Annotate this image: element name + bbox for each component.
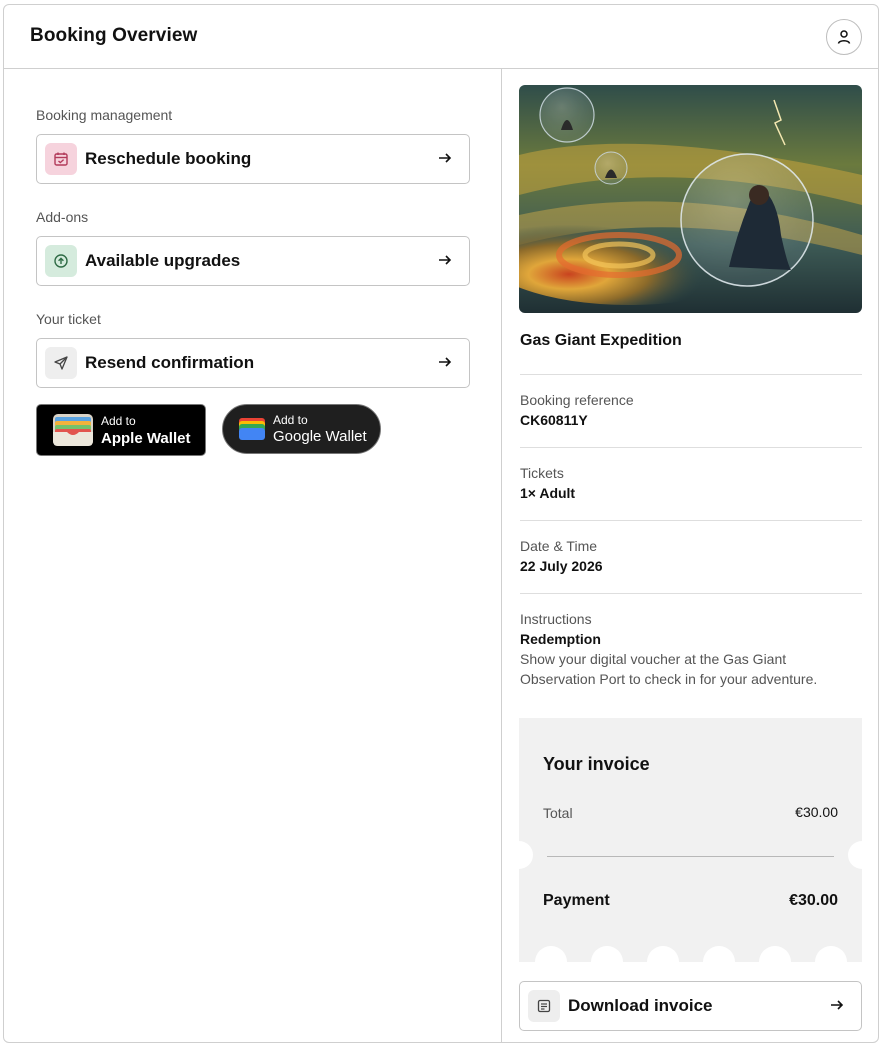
instructions-heading: Redemption <box>520 631 601 647</box>
booking-overview-panel: Booking Overview Booking management Resc… <box>3 4 879 1043</box>
receipt-icon <box>528 990 560 1022</box>
invoice-payment-value: €30.00 <box>789 892 838 909</box>
send-icon <box>45 347 77 379</box>
ticket-scallop <box>591 946 623 962</box>
instructions-text: Show your digital voucher at the Gas Gia… <box>520 651 818 687</box>
ticket-scallop <box>647 946 679 962</box>
arrow-right-icon <box>439 255 452 265</box>
google-wallet-big-text: Google Wallet <box>273 428 367 445</box>
invoice-separator <box>547 856 834 857</box>
page-title: Booking Overview <box>30 25 198 46</box>
ticket-scallop <box>703 946 735 962</box>
divider <box>520 447 862 448</box>
reschedule-booking-label: Reschedule booking <box>85 149 252 168</box>
arrow-right-icon <box>439 153 452 163</box>
date-time-label: Date & Time <box>520 538 598 554</box>
ticket-notch-right <box>848 841 862 869</box>
booking-actions-column: Booking management Reschedule booking Ad… <box>4 69 502 1042</box>
invoice-total-value: €30.00 <box>795 804 838 820</box>
invoice-title: Your invoice <box>543 754 650 774</box>
booking-details-column: Gas Giant Expedition Booking reference C… <box>503 69 878 1042</box>
apple-wallet-big-text: Apple Wallet <box>101 430 191 447</box>
divider <box>520 593 862 594</box>
section-label-add-ons: Add-ons <box>36 209 89 225</box>
calendar-check-icon <box>45 143 77 175</box>
add-to-apple-wallet-button[interactable]: Add to Apple Wallet <box>36 404 206 456</box>
invoice-total-label: Total <box>543 805 573 821</box>
arrow-right-icon <box>831 1000 844 1010</box>
tickets-value: 1× Adult <box>520 485 576 501</box>
ticket-scallop <box>759 946 791 962</box>
ticket-notch-left <box>519 841 533 869</box>
arrow-up-circle-icon <box>45 245 77 277</box>
experience-image <box>519 85 862 313</box>
section-label-booking-management: Booking management <box>36 107 173 123</box>
tickets-label: Tickets <box>520 465 564 481</box>
apple-wallet-small-text: Add to <box>101 414 136 428</box>
booking-reference-label: Booking reference <box>520 392 634 408</box>
google-wallet-small-text: Add to <box>273 413 308 427</box>
user-icon <box>837 30 851 44</box>
google-wallet-icon <box>239 418 265 440</box>
download-invoice-label: Download invoice <box>568 996 713 1015</box>
invoice-card: Your invoice Total €30.00 Payment €30.00 <box>519 718 862 962</box>
date-time-value: 22 July 2026 <box>520 558 603 574</box>
section-label-your-ticket: Your ticket <box>36 311 101 327</box>
available-upgrades-label: Available upgrades <box>85 251 241 270</box>
resend-confirmation-label: Resend confirmation <box>85 353 255 372</box>
available-upgrades-button[interactable]: Available upgrades <box>36 236 470 286</box>
experience-title: Gas Giant Expedition <box>520 332 682 349</box>
invoice-payment-label: Payment <box>543 892 610 909</box>
arrow-right-icon <box>439 357 452 367</box>
instructions-label: Instructions <box>520 611 592 627</box>
resend-confirmation-button[interactable]: Resend confirmation <box>36 338 470 388</box>
add-to-google-wallet-button[interactable]: Add to Google Wallet <box>222 404 381 454</box>
divider <box>520 374 862 375</box>
ticket-scallop <box>535 946 567 962</box>
profile-button[interactable] <box>826 19 862 55</box>
reschedule-booking-button[interactable]: Reschedule booking <box>36 134 470 184</box>
booking-reference-value: CK60811Y <box>520 412 588 428</box>
download-invoice-button[interactable]: Download invoice <box>519 981 862 1031</box>
ticket-scallop <box>815 946 847 962</box>
divider <box>520 520 862 521</box>
apple-wallet-icon <box>53 414 93 446</box>
header: Booking Overview <box>4 5 878 69</box>
